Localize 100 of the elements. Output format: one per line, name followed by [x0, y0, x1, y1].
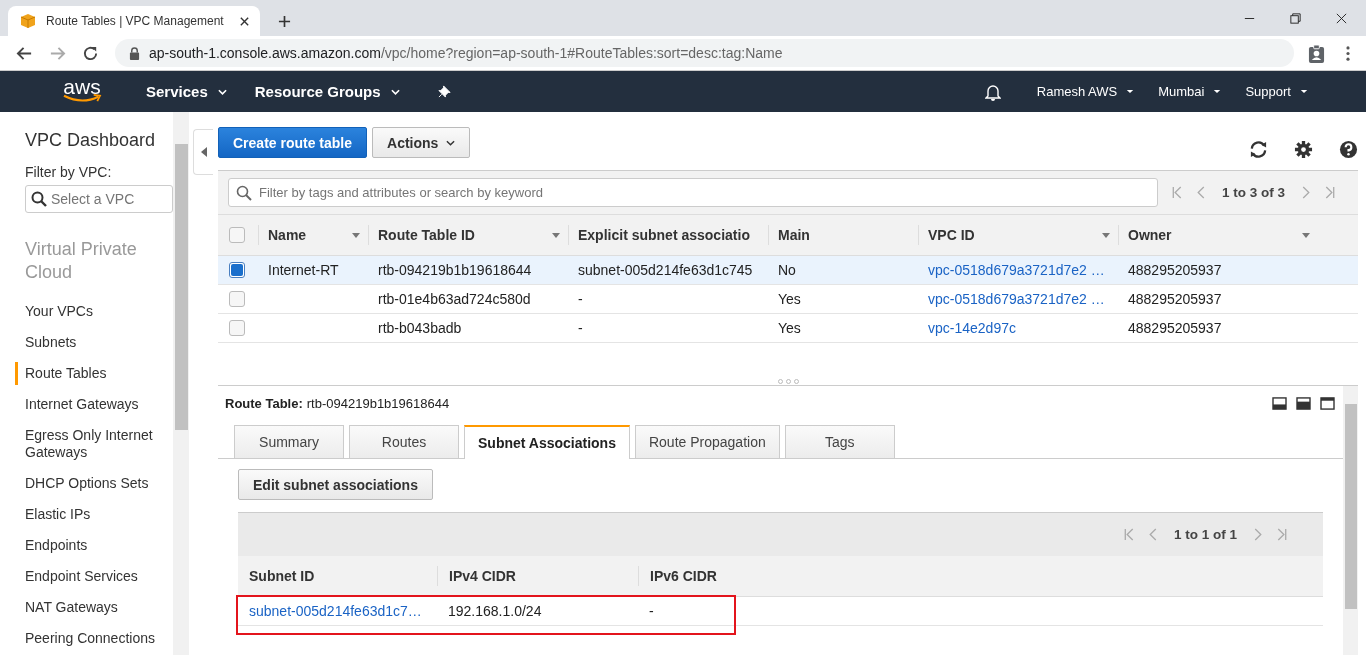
caret-icon [1213, 89, 1222, 94]
address-field[interactable]: ap-south-1.console.aws.amazon.com/vpc/home?region=ap-south-1#RouteTables:sort=desc:tag:Name [115, 39, 1294, 67]
sidebar-item[interactable]: NAT Gateways [15, 596, 168, 619]
nav-menu[interactable]: Resource Groups [254, 83, 400, 100]
table-cell: Yes [778, 291, 801, 307]
search-icon [236, 185, 252, 201]
profile-badge-icon[interactable] [1308, 43, 1325, 63]
close-icon[interactable] [239, 15, 250, 27]
sidebar-item[interactable]: Elastic IPs [15, 503, 168, 526]
sidebar-item[interactable]: DHCP Options Sets [15, 472, 168, 495]
table-row[interactable]: rtb-01e4b63ad724c580d - Yes vpc-0518d679a3721d7e2 … 488295205937 [218, 285, 1358, 314]
table-cell: Internet-RT [268, 262, 339, 278]
column-header[interactable]: VPC ID [928, 227, 975, 243]
pagination-text: 1 to 3 of 3 [1222, 185, 1285, 200]
help-icon[interactable] [1339, 140, 1358, 159]
caret-icon [1300, 89, 1308, 94]
caret-icon [390, 88, 400, 95]
table-cell: 488295205937 [1128, 262, 1222, 278]
column-header[interactable]: Explicit subnet associatio [578, 227, 750, 243]
settings-icon[interactable] [1294, 140, 1313, 159]
sidebar-title[interactable]: VPC Dashboard [25, 130, 173, 151]
table-cell: subnet-005d214fe63d1c745 [578, 262, 753, 278]
layout-bottom-icon[interactable] [1272, 396, 1287, 410]
table-cell: - [578, 320, 583, 336]
more-menu-icon[interactable] [1346, 45, 1350, 61]
create-route-table-button[interactable]: Create route table [218, 127, 368, 158]
table-cell: 192.168.1.0/24 [448, 603, 542, 619]
search-icon [31, 191, 47, 207]
caret-icon [446, 139, 456, 146]
detail-tab[interactable]: Routes [349, 425, 459, 458]
sidebar-item[interactable]: Egress Only Internet Gateways [15, 424, 168, 464]
column-header[interactable]: Owner [1128, 227, 1172, 243]
column-header: IPv6 CIDR [638, 566, 1323, 586]
row-checkbox[interactable] [229, 291, 245, 307]
nav-menu[interactable]: Support [1245, 84, 1308, 99]
vpc-id-link[interactable]: vpc-0518d679a3721d7e2 … [928, 262, 1105, 278]
table-row[interactable]: Internet-RT rtb-094219b1b19618644 subnet-005d214fe63d1c745 No vpc-0518d679a3721d7e2 … 488295205937 [218, 256, 1358, 285]
table-cell: - [578, 291, 583, 307]
table-cell: Yes [778, 320, 801, 336]
actions-button[interactable]: Actions [372, 127, 471, 158]
column-header[interactable]: Name [268, 227, 307, 243]
column-header[interactable]: Main [778, 227, 810, 243]
scrollbar[interactable] [1343, 386, 1358, 655]
close-icon[interactable] [1335, 11, 1348, 25]
filter-label: Filter by VPC: [25, 164, 113, 180]
reload-icon[interactable] [82, 44, 99, 62]
url-host: ap-south-1.console.aws.amazon.com [149, 45, 381, 61]
sidebar-item[interactable]: Subnets [15, 331, 168, 354]
url-path: /vpc/home?region=ap-south-1#RouteTables:sort=desc:tag:Name [380, 45, 783, 61]
sidebar-item[interactable]: Endpoints [15, 534, 168, 557]
bell-icon[interactable] [984, 82, 1001, 101]
detail-tab[interactable]: Tags [784, 425, 895, 458]
table-cell: - [649, 603, 654, 619]
table-cell: rtb-094219b1b19618644 [378, 262, 532, 278]
nav-menu[interactable]: Ramesh AWS [1036, 84, 1135, 99]
sidebar-item[interactable]: Endpoint Services [15, 565, 168, 588]
nav-menu[interactable]: Services [146, 83, 227, 100]
collapse-sidebar-button[interactable] [193, 129, 213, 175]
sort-caret-icon[interactable] [552, 232, 560, 238]
sidebar-item[interactable]: Route Tables [15, 362, 168, 385]
table-row[interactable]: rtb-b043badb - Yes vpc-14e2d97c 488295205937 [218, 314, 1358, 343]
aws-logo-text[interactable]: aws [63, 76, 101, 97]
lock-icon [129, 46, 140, 60]
restore-icon[interactable] [1289, 11, 1302, 25]
sort-caret-icon[interactable] [352, 232, 360, 238]
row-checkbox[interactable] [229, 262, 245, 278]
plus-icon[interactable] [278, 15, 291, 28]
detail-label: Route Table: [225, 395, 303, 411]
sort-caret-icon[interactable] [1102, 232, 1110, 238]
caret-icon [217, 88, 227, 95]
nav-menu[interactable]: Mumbai [1158, 84, 1222, 99]
browser-tab[interactable]: Route Tables | VPC Management [8, 6, 260, 36]
detail-tab[interactable]: Summary [234, 425, 344, 458]
pin-icon[interactable] [437, 85, 451, 98]
select-all-checkbox[interactable] [229, 227, 245, 243]
tab-title: Route Tables | VPC Management [46, 14, 225, 28]
detail-tab[interactable]: Subnet Associations [464, 425, 630, 459]
column-header[interactable]: Route Table ID [378, 227, 475, 243]
table-cell: rtb-b043badb [378, 320, 462, 336]
refresh-icon[interactable] [1249, 140, 1268, 159]
layout-top-icon[interactable] [1320, 396, 1335, 410]
subnet-id-link[interactable]: subnet-005d214fe63d1c7… [249, 603, 422, 619]
section-heading: Virtual Private Cloud [25, 238, 138, 284]
vpc-filter-field[interactable]: Select a VPC [25, 185, 173, 213]
pagination-text: 1 to 1 of 1 [1174, 527, 1237, 542]
layout-middle-icon[interactable] [1296, 396, 1311, 410]
sort-caret-icon[interactable] [1302, 232, 1310, 238]
vpc-id-link[interactable]: vpc-0518d679a3721d7e2 … [928, 291, 1105, 307]
table-cell: 488295205937 [1128, 320, 1222, 336]
detail-tab[interactable]: Route Propagation [634, 425, 780, 458]
scrollbar[interactable] [173, 112, 189, 655]
sidebar-item[interactable]: Your VPCs [15, 300, 168, 323]
row-checkbox[interactable] [229, 320, 245, 336]
table-cell: rtb-01e4b63ad724c580d [378, 291, 531, 307]
sidebar-item[interactable]: Peering Connections [15, 627, 168, 650]
vpc-id-link[interactable]: vpc-14e2d97c [928, 320, 1016, 336]
search-field[interactable]: Filter by tags and attributes or search by keyword [228, 178, 1158, 207]
edit-subnet-associations-button[interactable]: Edit subnet associations [238, 469, 433, 500]
sidebar-item[interactable]: Internet Gateways [15, 393, 168, 416]
column-header: Subnet ID [248, 567, 316, 586]
